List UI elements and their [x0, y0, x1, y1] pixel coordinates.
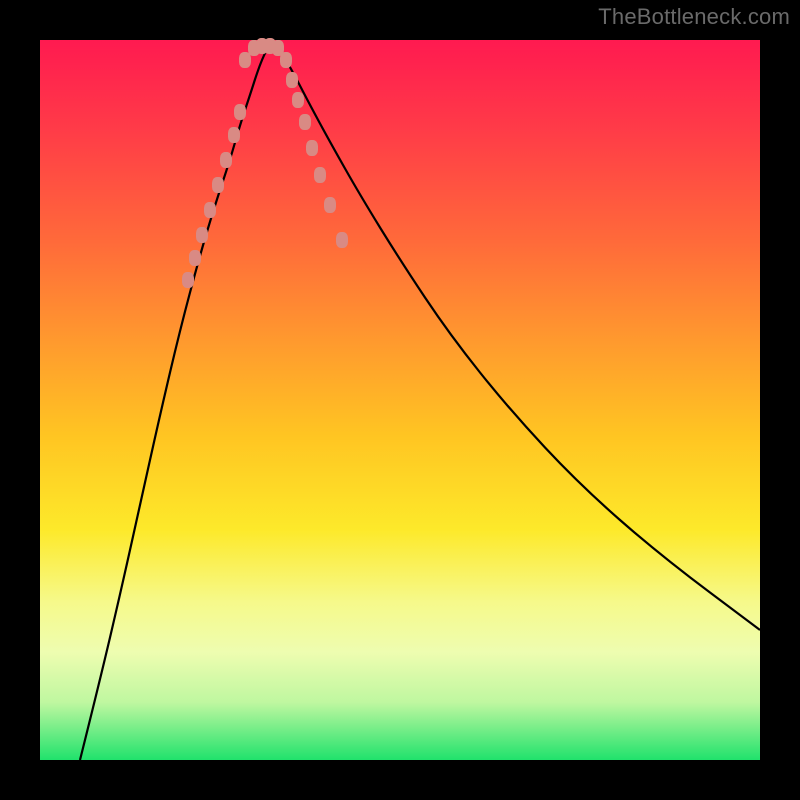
curve-dot: [196, 227, 208, 243]
watermark-text: TheBottleneck.com: [598, 4, 790, 30]
curve-dot: [299, 114, 311, 130]
curve-dot: [324, 197, 336, 213]
curve-dot: [314, 167, 326, 183]
chart-frame: TheBottleneck.com: [0, 0, 800, 800]
curve-dot: [182, 272, 194, 288]
curve-dot: [336, 232, 348, 248]
curve-dot: [189, 250, 201, 266]
curve-dot: [280, 52, 292, 68]
curve-svg: [40, 40, 760, 760]
plot-area: [40, 40, 760, 760]
bottleneck-curve: [80, 47, 760, 760]
curve-dot: [234, 104, 246, 120]
curve-dot: [220, 152, 232, 168]
curve-dot: [239, 52, 251, 68]
curve-dot: [286, 72, 298, 88]
curve-dot: [212, 177, 224, 193]
curve-dot: [292, 92, 304, 108]
curve-dot: [204, 202, 216, 218]
curve-dot: [228, 127, 240, 143]
dotted-overlay: [182, 38, 348, 288]
curve-dot: [306, 140, 318, 156]
